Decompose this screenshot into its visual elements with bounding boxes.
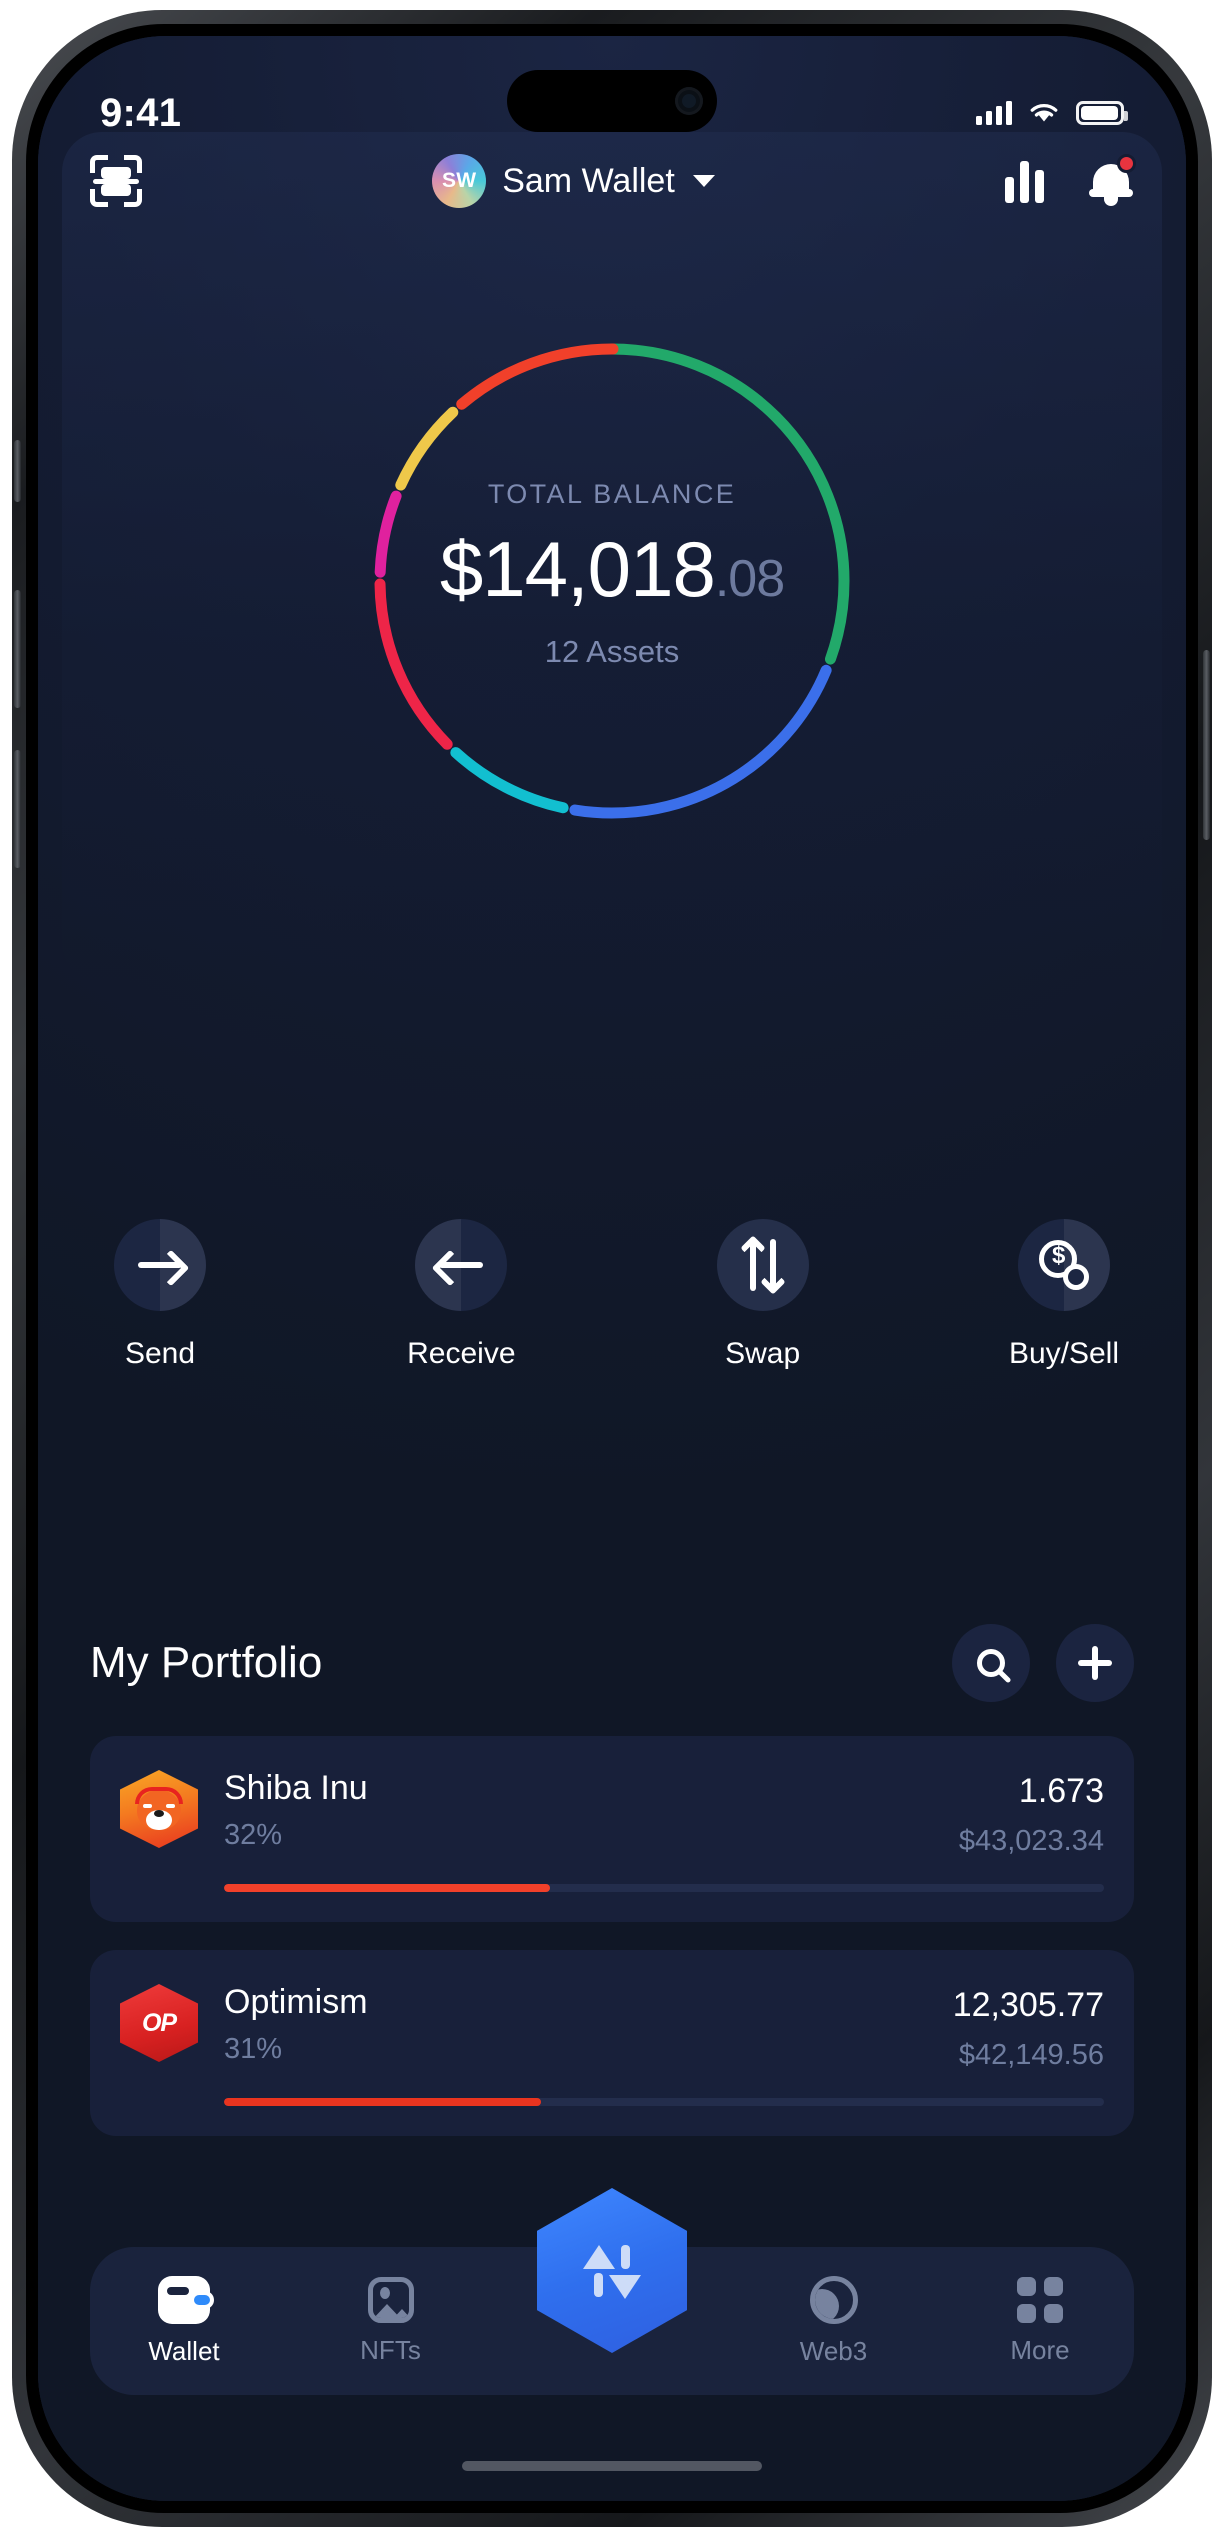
nav-label: Wallet — [148, 2335, 220, 2366]
swap-button[interactable]: Swap — [693, 1219, 833, 1371]
asset-value: $43,023.34 — [958, 1825, 1104, 1857]
nav-label: Web3 — [799, 2335, 868, 2366]
home-indicator — [462, 2461, 762, 2471]
silent-switch[interactable] — [14, 440, 21, 502]
nav-label: More — [1010, 2334, 1070, 2365]
receive-button[interactable]: Receive — [391, 1219, 531, 1371]
asset-list: Shiba Inu 32% 1.673 $43,023.34 OP Optimi… — [90, 1736, 1134, 2164]
optimism-logo: OP — [120, 1984, 198, 2062]
phone-frame: 9:41 SW Sam Wallet TOTAL BALANCE $14,018… — [12, 10, 1212, 2527]
bell-icon[interactable] — [1088, 154, 1136, 206]
dollar-coins-icon: $ — [1038, 1240, 1089, 1290]
battery-icon — [1076, 101, 1128, 125]
notification-dot — [1117, 154, 1136, 173]
buy-sell-label: Buy/Sell — [1008, 1337, 1120, 1370]
chevron-down-icon — [692, 175, 715, 187]
globe-icon — [809, 2275, 858, 2324]
nav-item-web3[interactable]: Web3 — [774, 2275, 894, 2367]
asset-progress-bar — [224, 2098, 1104, 2106]
wallet-icon — [158, 2275, 214, 2324]
plus-icon — [1078, 1646, 1112, 1680]
asset-amount: 1.673 — [1018, 1772, 1104, 1810]
table-row[interactable]: OP Optimism 31% 12,305.77 $42,149.56 — [90, 1950, 1134, 2136]
quick-actions: Send Receive Swap $ Buy/Sell — [90, 1219, 1134, 1371]
shiba-inu-logo — [120, 1770, 198, 1848]
dynamic-island — [507, 70, 717, 132]
status-time: 9:41 — [100, 90, 182, 135]
swap-label: Swap — [725, 1337, 801, 1370]
asset-progress-bar — [224, 1884, 1104, 1892]
asset-percent: 32% — [224, 1819, 283, 1852]
scan-qr-icon[interactable] — [90, 155, 142, 207]
balance-center: TOTAL BALANCE $14,018.08 12 Assets — [362, 479, 862, 670]
page-title: My Portfolio — [90, 1638, 323, 1687]
nav-item-nfts[interactable]: NFTs — [331, 2276, 451, 2366]
send-label: Send — [124, 1337, 196, 1370]
asset-name: Shiba Inu — [224, 1769, 368, 1807]
status-indicators — [976, 101, 1128, 125]
phone-bezel: 9:41 SW Sam Wallet TOTAL BALANCE $14,018… — [26, 24, 1198, 2513]
balance-whole: $14,018 — [439, 525, 716, 613]
asset-value: $42,149.56 — [958, 2039, 1104, 2071]
balance-amount: $14,018.08 — [362, 530, 862, 608]
swap-arrows-icon — [581, 2239, 643, 2303]
front-camera — [675, 87, 703, 115]
phone-screen: 9:41 SW Sam Wallet TOTAL BALANCE $14,018… — [38, 36, 1186, 2501]
add-asset-button[interactable] — [1056, 1624, 1134, 1702]
swap-vertical-icon — [739, 1235, 786, 1295]
asset-percent: 31% — [224, 2033, 283, 2066]
balance-label: TOTAL BALANCE — [487, 479, 737, 509]
grid-icon — [1017, 2276, 1063, 2323]
arrow-left-icon — [439, 1262, 484, 1268]
balance-cents: .08 — [714, 550, 785, 608]
volume-down-button[interactable] — [14, 750, 21, 868]
header-actions — [1005, 154, 1136, 206]
receive-label: Receive — [407, 1337, 516, 1370]
avatar: SW — [432, 154, 487, 208]
nav-item-wallet[interactable]: Wallet — [124, 2275, 244, 2367]
search-icon — [977, 1649, 1005, 1677]
arrow-right-icon — [138, 1262, 182, 1268]
portfolio-header: My Portfolio — [90, 1624, 1134, 1702]
nav-item-more[interactable]: More — [980, 2276, 1100, 2366]
bar-chart-icon[interactable] — [1005, 159, 1044, 203]
allocation-donut-chart: TOTAL BALANCE $14,018.08 12 Assets — [362, 331, 862, 831]
optimism-logo-text: OP — [141, 2008, 177, 2037]
wallet-name: Sam Wallet — [502, 161, 675, 200]
buy-sell-button[interactable]: $ Buy/Sell — [994, 1219, 1134, 1371]
asset-amount: 12,305.77 — [952, 1986, 1104, 2024]
search-button[interactable] — [952, 1624, 1030, 1702]
assets-count: 12 Assets — [544, 634, 680, 669]
image-icon — [367, 2276, 414, 2323]
power-button[interactable] — [1203, 650, 1210, 840]
wifi-icon — [1030, 104, 1058, 122]
volume-up-button[interactable] — [14, 590, 21, 708]
send-button[interactable]: Send — [90, 1219, 230, 1371]
wallet-switcher[interactable]: SW Sam Wallet — [432, 154, 715, 208]
asset-name: Optimism — [224, 1983, 368, 2021]
nav-label: NFTs — [360, 2334, 421, 2365]
signal-bars-icon — [976, 101, 1012, 125]
table-row[interactable]: Shiba Inu 32% 1.673 $43,023.34 — [90, 1736, 1134, 1922]
portfolio-tools — [952, 1624, 1134, 1702]
